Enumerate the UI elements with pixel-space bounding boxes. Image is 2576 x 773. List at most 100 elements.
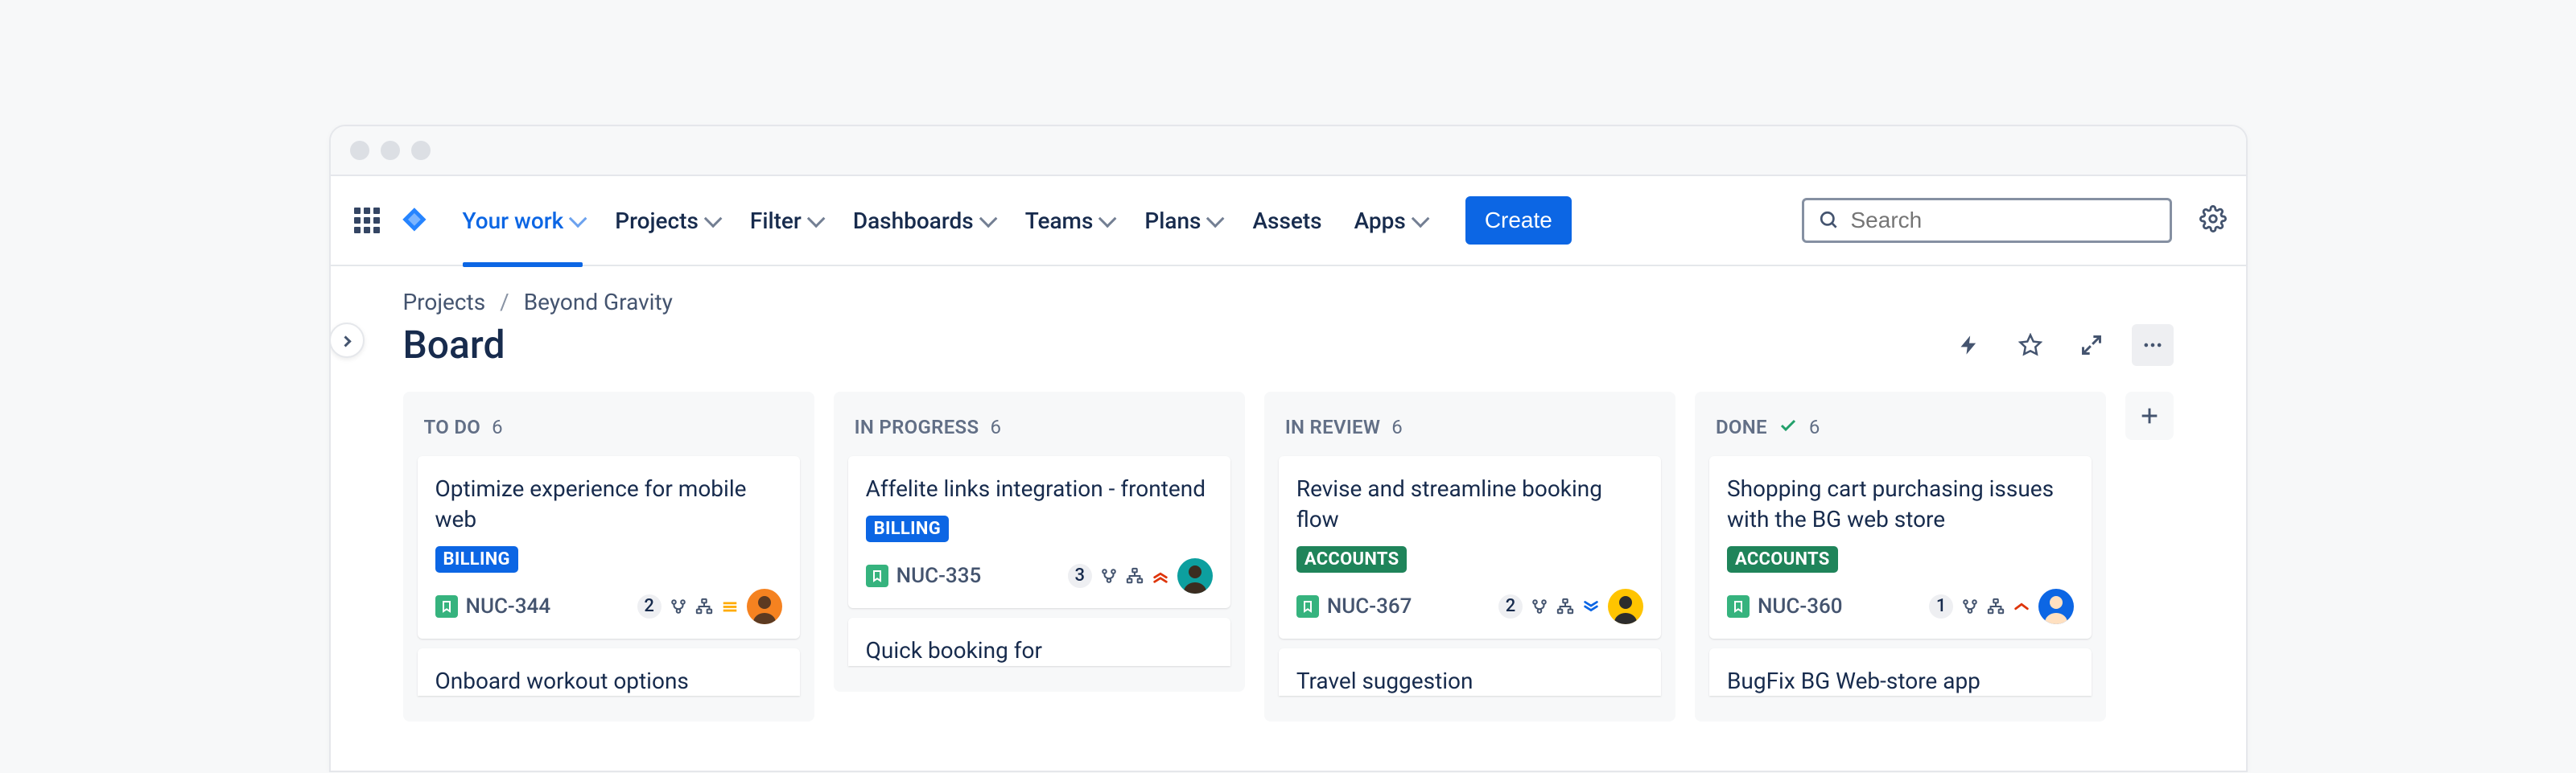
story-issue-icon <box>1296 595 1319 618</box>
nav-label: Plans <box>1144 208 1201 234</box>
nav-dashboards[interactable]: Dashboards <box>837 175 1009 265</box>
epic-tag[interactable]: ACCOUNTS <box>1296 546 1408 573</box>
chevron-down-icon <box>1412 210 1430 228</box>
column-title: IN REVIEW <box>1285 416 1380 438</box>
board-column: TO DO 6 Optimize experience for mobile w… <box>403 392 814 722</box>
traffic-light-minimize[interactable] <box>381 141 400 160</box>
nav-label: Assets <box>1252 208 1321 234</box>
issue-key[interactable]: NUC-360 <box>1758 594 1843 619</box>
issue-card[interactable]: Optimize experience for mobile web BILLI… <box>418 456 800 639</box>
branch-icon <box>670 598 687 615</box>
nav-label: Apps <box>1354 208 1406 234</box>
nav-label: Projects <box>615 208 699 234</box>
gear-icon <box>2199 205 2227 232</box>
chevron-down-icon <box>1206 210 1225 228</box>
more-icon <box>2141 334 2164 356</box>
traffic-light-maximize[interactable] <box>411 141 431 160</box>
create-button[interactable]: Create <box>1465 196 1572 245</box>
nav-label: Dashboards <box>853 208 974 234</box>
card-title: Optimize experience for mobile web <box>435 474 782 535</box>
nav-assets[interactable]: Assets <box>1236 175 1337 265</box>
app-switcher-icon[interactable] <box>350 204 384 237</box>
assignee-avatar[interactable] <box>1608 589 1643 624</box>
bolt-icon <box>1958 334 1980 356</box>
top-nav: Your work Projects Filter Dashboards Tea… <box>331 176 2246 266</box>
card-title: Shopping cart purchasing issues with the… <box>1727 474 2074 535</box>
search-box[interactable] <box>1802 198 2172 243</box>
window-titlebar <box>331 126 2246 176</box>
epic-tag[interactable]: BILLING <box>866 516 949 542</box>
settings-button[interactable] <box>2199 205 2227 236</box>
nav-plans[interactable]: Plans <box>1128 175 1236 265</box>
card-title: Revise and streamline booking flow <box>1296 474 1643 535</box>
branch-icon <box>1100 567 1118 585</box>
card-title: Affelite links integration - frontend <box>866 474 1213 504</box>
priority-high-icon <box>1152 567 1169 585</box>
story-points-badge: 2 <box>1498 594 1523 619</box>
nav-teams[interactable]: Teams <box>1009 175 1129 265</box>
breadcrumb-project[interactable]: Beyond Gravity <box>524 289 673 315</box>
search-icon <box>1819 210 1840 231</box>
assignee-avatar[interactable] <box>747 589 782 624</box>
expand-icon <box>2080 334 2103 356</box>
column-count: 6 <box>1391 416 1403 438</box>
issue-key[interactable]: NUC-367 <box>1327 594 1412 619</box>
issue-key[interactable]: NUC-344 <box>466 594 551 619</box>
breadcrumb-root[interactable]: Projects <box>403 289 486 315</box>
issue-card[interactable]: Travel suggestion <box>1279 648 1661 697</box>
page-title: Board <box>403 322 505 368</box>
nav-apps[interactable]: Apps <box>1338 175 1441 265</box>
priority-low-icon <box>1582 598 1600 615</box>
story-points-badge: 1 <box>1929 594 1953 619</box>
assignee-avatar[interactable] <box>1177 558 1213 594</box>
card-title: Onboard workout options <box>435 666 782 697</box>
issue-card[interactable]: Affelite links integration - frontend BI… <box>848 456 1230 608</box>
issue-card[interactable]: Shopping cart purchasing issues with the… <box>1709 456 2092 639</box>
story-points-badge: 3 <box>1068 564 1092 588</box>
check-icon <box>1778 416 1798 438</box>
epic-tag[interactable]: BILLING <box>435 546 518 573</box>
issue-card[interactable]: Onboard workout options <box>418 648 800 697</box>
chevron-down-icon <box>979 210 998 228</box>
branch-icon <box>1961 598 1979 615</box>
board-column: IN PROGRESS 6 Affelite links integration… <box>834 392 1245 692</box>
issue-card[interactable]: Revise and streamline booking flow ACCOU… <box>1279 456 1661 639</box>
chevron-down-icon <box>807 210 826 228</box>
automation-button[interactable] <box>1948 324 1990 366</box>
board-column: DONE 6 Shopping cart purchasing issues w… <box>1695 392 2106 722</box>
nav-label: Filter <box>750 208 802 234</box>
column-count: 6 <box>990 416 1001 438</box>
assignee-avatar[interactable] <box>2038 589 2074 624</box>
card-title: BugFix BG Web-store app <box>1727 666 2074 697</box>
nav-your-work[interactable]: Your work <box>447 175 600 265</box>
more-button[interactable] <box>2132 324 2174 366</box>
nav-projects[interactable]: Projects <box>599 175 734 265</box>
nav-label: Your work <box>463 208 564 234</box>
story-issue-icon <box>866 565 888 587</box>
chevron-down-icon <box>569 210 587 228</box>
star-button[interactable] <box>2009 324 2051 366</box>
column-header[interactable]: IN REVIEW 6 <box>1279 406 1661 456</box>
fullscreen-button[interactable] <box>2071 324 2112 366</box>
column-title: TO DO <box>424 416 481 438</box>
column-header[interactable]: DONE 6 <box>1709 406 2092 456</box>
branch-icon <box>1531 598 1548 615</box>
priority-highest-icon <box>2013 598 2030 615</box>
priority-medium-icon <box>721 598 739 615</box>
subtask-icon <box>695 598 713 615</box>
add-column-button[interactable] <box>2125 392 2173 440</box>
traffic-light-close[interactable] <box>350 141 369 160</box>
nav-filter[interactable]: Filter <box>734 175 837 265</box>
column-header[interactable]: TO DO 6 <box>418 406 800 456</box>
story-issue-icon <box>1727 595 1750 618</box>
issue-key[interactable]: NUC-335 <box>896 564 982 588</box>
column-header[interactable]: IN PROGRESS 6 <box>848 406 1230 456</box>
issue-card[interactable]: Quick booking for <box>848 618 1230 666</box>
issue-card[interactable]: BugFix BG Web-store app <box>1709 648 2092 697</box>
column-count: 6 <box>1809 416 1820 438</box>
epic-tag[interactable]: ACCOUNTS <box>1727 546 1838 573</box>
breadcrumb-separator: / <box>500 289 509 315</box>
search-input[interactable] <box>1851 208 2155 233</box>
jira-logo-icon[interactable] <box>398 204 432 237</box>
nav-label: Teams <box>1025 208 1094 234</box>
